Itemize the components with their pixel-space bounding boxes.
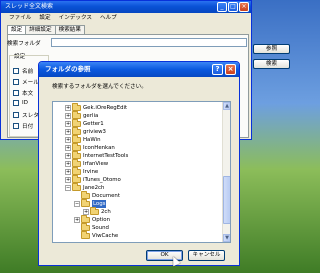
minus-icon[interactable]: − xyxy=(74,201,80,207)
dialog-title: フォルダの参照 xyxy=(45,65,91,73)
checkbox-date[interactable]: 日付 xyxy=(13,122,33,130)
plus-icon[interactable]: + xyxy=(65,105,71,111)
checkbox-label: 本文 xyxy=(22,91,34,97)
menubar: ファイル 設定 インデックス ヘルプ xyxy=(1,13,251,23)
minimize-icon[interactable]: _ xyxy=(217,2,227,12)
tree-item[interactable]: +2ch xyxy=(83,207,111,216)
plus-icon[interactable]: + xyxy=(65,121,71,127)
plus-icon[interactable]: + xyxy=(65,177,71,183)
tree-item-label: Sound xyxy=(92,225,109,231)
checkbox-body[interactable]: 本文 xyxy=(13,89,33,97)
checkbox-box[interactable] xyxy=(13,112,19,118)
checkbox-box[interactable] xyxy=(13,100,19,106)
search-folder-label: 検索フォルダ xyxy=(7,41,41,47)
scroll-up-icon[interactable]: ▲ xyxy=(223,102,230,110)
tree-item-label: ViwCache xyxy=(92,233,119,239)
scroll-down-icon[interactable]: ▼ xyxy=(223,234,230,242)
checkbox-box[interactable] xyxy=(13,90,19,96)
tree-item[interactable]: + HaWin xyxy=(65,135,101,144)
plus-icon[interactable]: + xyxy=(65,161,71,167)
menu-help[interactable]: ヘルプ xyxy=(100,13,117,23)
tree-item[interactable]: + Option xyxy=(74,215,110,224)
tree-item-label: iTunes_Otomo xyxy=(83,177,121,183)
plus-icon[interactable]: + xyxy=(65,113,71,119)
checkbox-label: 日付 xyxy=(22,124,34,130)
tree-item-label: InternetTestTools xyxy=(83,153,129,159)
menu-file[interactable]: ファイル xyxy=(9,13,31,23)
tab-results[interactable]: 検索結果 xyxy=(54,25,85,34)
tree-item-label: IrfanView xyxy=(83,161,109,167)
search-folder-input[interactable] xyxy=(51,38,247,47)
tab-advanced[interactable]: 詳細設定 xyxy=(25,25,56,34)
checkbox-label: メール xyxy=(22,80,39,86)
tree-scrollbar[interactable]: ▲ ▼ xyxy=(222,102,230,242)
tree-item[interactable]: ViwCache xyxy=(74,231,119,240)
tree-item-label: griview3 xyxy=(83,129,106,135)
menu-index[interactable]: インデックス xyxy=(59,13,92,23)
checkbox-label: 名前 xyxy=(22,69,34,75)
checkbox-label: ID xyxy=(22,100,28,106)
folder-icon xyxy=(81,231,90,239)
dialog-instruction: 検索するフォルダを選んでください。 xyxy=(52,84,147,90)
tree-item[interactable]: + Getter1 xyxy=(65,119,104,128)
close-icon[interactable]: × xyxy=(225,64,236,75)
plus-icon[interactable]: + xyxy=(65,145,71,151)
folder-tree[interactable]: ▲ ▼ + Gek.iOreRegEdit + gerlia + Getter1 + griv… xyxy=(52,101,231,243)
minus-icon[interactable]: − xyxy=(65,185,71,191)
tree-item-label: IconHenkan xyxy=(83,145,115,151)
close-icon[interactable]: × xyxy=(239,2,249,12)
menu-settings[interactable]: 設定 xyxy=(39,13,50,23)
tree-item-label: Irvine xyxy=(83,169,99,175)
tree-item-label: HaWin xyxy=(83,137,101,143)
folder-icon xyxy=(90,207,99,215)
app-title: スレッド全文検索 xyxy=(5,3,54,10)
app-title-buttons: _ □ × xyxy=(217,2,249,12)
maximize-icon[interactable]: □ xyxy=(228,2,238,12)
browse-button[interactable]: 参照 xyxy=(253,44,290,54)
plus-icon[interactable]: + xyxy=(65,153,71,159)
tree-item[interactable]: Sound xyxy=(74,223,109,232)
tree-item[interactable]: + gerlia xyxy=(65,111,99,120)
checkbox-box[interactable] xyxy=(13,79,19,85)
tree-item[interactable]: + Irvine xyxy=(65,167,99,176)
tree-item-label: 2ch xyxy=(101,209,111,215)
question-icon[interactable]: ? xyxy=(212,64,223,75)
plus-icon[interactable]: + xyxy=(65,129,71,135)
folder-icon xyxy=(81,199,90,207)
plus-icon[interactable]: + xyxy=(65,137,71,143)
tree-item-label: Getter1 xyxy=(83,121,104,127)
plus-icon[interactable]: + xyxy=(74,217,80,223)
checkbox-box[interactable] xyxy=(13,123,19,129)
browse-folder-dialog: フォルダの参照 ? × 検索するフォルダを選んでください。 ▲ ▼ + Gek.i… xyxy=(38,61,240,266)
checkbox-mail[interactable]: メール xyxy=(13,78,39,86)
app-titlebar[interactable]: スレッド全文検索 _ □ × xyxy=(1,1,251,13)
tree-item-label: Gek.iOreRegEdit xyxy=(83,105,128,111)
tree-item-label: Document xyxy=(92,193,120,199)
dialog-titlebar[interactable]: フォルダの参照 ? × xyxy=(39,62,239,77)
search-button[interactable]: 検索 xyxy=(253,59,290,69)
tree-item-label: gerlia xyxy=(83,113,99,119)
dialog-title-buttons: ? × xyxy=(212,64,236,75)
plus-icon[interactable]: + xyxy=(65,169,71,175)
checkbox-box[interactable] xyxy=(13,68,19,74)
folder-icon xyxy=(72,183,81,191)
tab-strip: 設定 詳細設定 検索結果 xyxy=(7,25,85,35)
tree-item-label: Option xyxy=(92,217,110,223)
cancel-button[interactable]: キャンセル xyxy=(188,250,225,261)
checkbox-name[interactable]: 名前 xyxy=(13,67,33,75)
checkbox-id[interactable]: ID xyxy=(13,100,28,106)
scroll-thumb[interactable] xyxy=(223,176,230,224)
